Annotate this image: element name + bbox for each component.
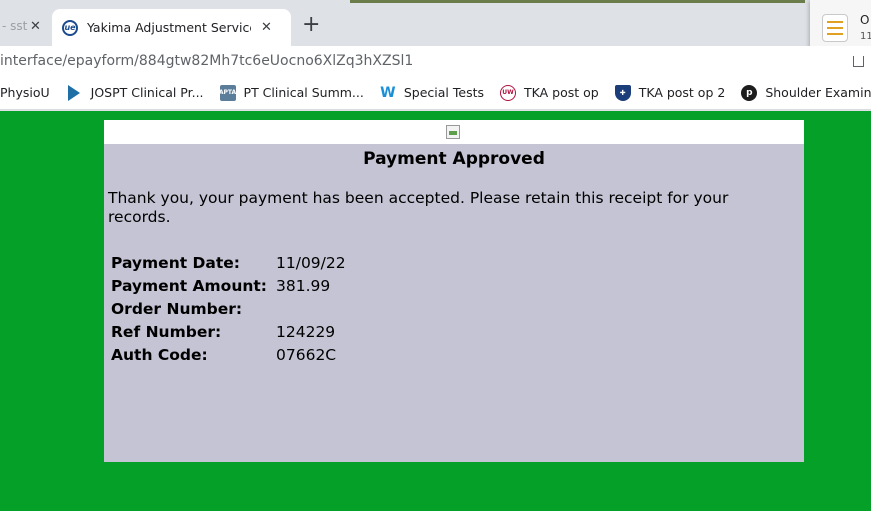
- p-icon: p: [741, 84, 758, 101]
- bookmark-jospt[interactable]: JOSPT Clinical Pr...: [66, 84, 204, 101]
- detail-row: Order Number:: [111, 297, 346, 320]
- bookmark-label: Shoulder Examina...: [765, 85, 871, 100]
- bookmark-label: PT Clinical Summ...: [243, 85, 364, 100]
- new-tab-button[interactable]: +: [302, 14, 320, 36]
- tab-strip: - sst ✕ ue Yakima Adjustment Services In…: [0, 0, 871, 60]
- shield-icon: ✚: [614, 84, 631, 101]
- bookmark-special-tests[interactable]: W Special Tests: [380, 85, 484, 101]
- order-number-value: [276, 297, 346, 320]
- bookmark-label: JOSPT Clinical Pr...: [90, 85, 204, 100]
- bookmark-label: PhysioU: [0, 85, 50, 100]
- payment-date-value: 11/09/22: [276, 253, 346, 272]
- auth-code-label: Auth Code:: [111, 345, 208, 364]
- detail-row: Payment Date: 11/09/22: [111, 251, 346, 274]
- tab-previous-title: - sst: [2, 19, 28, 33]
- reminders-app-icon: [822, 14, 848, 42]
- detail-row: Ref Number: 124229: [111, 320, 346, 343]
- tab-active-title: Yakima Adjustment Services In: [87, 20, 251, 35]
- bookmarks-bar: PhysioU JOSPT Clinical Pr... APTA PT Cli…: [0, 76, 871, 110]
- receipt-panel: Payment Approved Thank you, your payment…: [104, 120, 804, 462]
- page-viewport: Payment Approved Thank you, your payment…: [0, 111, 871, 511]
- detail-row: Payment Amount: 381.99: [111, 274, 346, 297]
- detail-row: Auth Code: 07662C: [111, 343, 346, 366]
- bookmark-tka-post-op[interactable]: UW TKA post op: [500, 84, 599, 101]
- payment-amount-value: 381.99: [276, 276, 331, 295]
- logo-strip: [104, 120, 804, 144]
- yakima-favicon-icon: ue: [62, 19, 78, 36]
- broken-image-icon: [446, 125, 460, 139]
- payment-date-label: Payment Date:: [111, 253, 240, 272]
- bookmark-tka-post-op-2[interactable]: ✚ TKA post op 2: [614, 84, 726, 101]
- confirmation-message: Thank you, your payment has been accepte…: [108, 189, 729, 226]
- w-icon: W: [380, 84, 396, 101]
- jospt-icon: [67, 84, 80, 101]
- tab-active[interactable]: ue Yakima Adjustment Services In ✕: [52, 9, 291, 46]
- share-icon[interactable]: [853, 56, 864, 67]
- apta-icon: APTA: [219, 84, 236, 101]
- bookmark-label: TKA post op 2: [638, 85, 726, 100]
- tab-strip-background-image: [350, 0, 805, 3]
- ref-number-value: 124229: [276, 322, 336, 341]
- close-icon[interactable]: ✕: [261, 20, 272, 35]
- bookmark-label: Special Tests: [403, 85, 484, 100]
- bookmark-shoulder-exam[interactable]: p Shoulder Examina...: [741, 84, 871, 101]
- order-number-label: Order Number:: [111, 299, 243, 318]
- close-icon[interactable]: ✕: [30, 19, 41, 34]
- bookmark-pt-clinical[interactable]: APTA PT Clinical Summ...: [219, 84, 364, 101]
- ref-number-label: Ref Number:: [111, 322, 222, 341]
- tab-previous[interactable]: - sst ✕: [0, 10, 52, 42]
- bookmark-physiou[interactable]: PhysioU: [0, 85, 50, 100]
- page-title: Payment Approved: [363, 149, 545, 169]
- auth-code-value: 07662C: [276, 345, 337, 364]
- url-text[interactable]: interface/epayform/884gtw82Mh7tc6eUocno6…: [0, 53, 413, 69]
- address-bar[interactable]: interface/epayform/884gtw82Mh7tc6eUocno6…: [0, 46, 871, 76]
- bookmark-label: TKA post op: [524, 85, 599, 100]
- uw-icon: UW: [500, 84, 516, 101]
- payment-amount-label: Payment Amount:: [111, 276, 268, 295]
- payment-details-table: Payment Date: 11/09/22 Payment Amount: 3…: [111, 251, 346, 366]
- notification-subtitle: 11: [860, 31, 871, 42]
- notification-title: O: [860, 13, 870, 27]
